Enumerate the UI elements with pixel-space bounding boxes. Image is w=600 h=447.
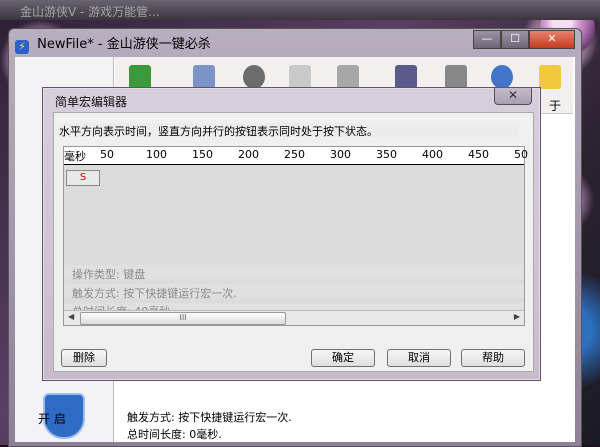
edit-icon[interactable] <box>445 65 467 89</box>
cancel-button[interactable]: 取消 <box>387 349 451 367</box>
main-window-title: NewFile* - 金山游侠一键必杀 <box>37 37 211 52</box>
ruler-tick: 300 <box>330 148 351 161</box>
delete-button[interactable]: 删除 <box>61 349 107 367</box>
ruler-tick: 50 <box>100 148 114 161</box>
main-window-titlebar: ⚡ NewFile* - 金山游侠一键必杀 <box>15 33 211 54</box>
close-button[interactable]: ✕ <box>529 30 575 49</box>
ruler-tick: 200 <box>238 148 259 161</box>
start-button-label[interactable]: 开 启 <box>38 410 66 427</box>
ruler-tick: 100 <box>146 148 167 161</box>
scroll-thumb[interactable]: III <box>80 312 286 325</box>
ruler-tick: 350 <box>376 148 397 161</box>
lightning-icon[interactable] <box>539 65 561 89</box>
macro-key-block[interactable]: S <box>66 170 100 186</box>
trash-icon[interactable] <box>193 65 215 89</box>
ruler-tick: 250 <box>284 148 305 161</box>
ruler-tick: 400 <box>422 148 443 161</box>
copy-icon[interactable] <box>289 65 311 89</box>
window-controls: — ☐ ✕ <box>473 30 575 49</box>
horizontal-scrollbar[interactable]: ◀ III ▶ <box>64 310 524 325</box>
time-ruler: 毫秒 50 100 150 200 250 300 350 400 450 50 <box>64 147 528 165</box>
paste-icon[interactable] <box>337 65 359 89</box>
dialog-title: 简单宏编辑器 <box>55 95 128 109</box>
status-trigger: 触发方式: 按下快捷键运行宏一次. <box>127 411 292 424</box>
ruler-unit: 毫秒 <box>64 150 86 163</box>
help-icon[interactable] <box>491 65 513 89</box>
dialog-hint: 水平方向表示时间，竖直方向并行的按钮表示同时处于按下状态。 <box>59 123 519 138</box>
dialog-close-button[interactable]: ✕ <box>494 88 532 105</box>
background-window-title: 金山游侠V - 游戏万能管... <box>20 5 160 19</box>
trigger-mode: 触发方式: 按下快捷键运行宏一次. <box>72 287 237 300</box>
status-duration: 总时间长度: 0毫秒. <box>127 428 222 441</box>
gear-icon[interactable] <box>243 65 265 89</box>
ruler-tick: 50 <box>514 148 528 161</box>
status-info: 触发方式: 按下快捷键运行宏一次. 总时间长度: 0毫秒. <box>127 409 567 443</box>
toolbar-partial-label: 于 <box>549 99 562 113</box>
ruler-tick: 150 <box>192 148 213 161</box>
minimize-button[interactable]: — <box>473 30 501 49</box>
simple-macro-editor-dialog: 简单宏编辑器 ✕ 水平方向表示时间，竖直方向并行的按钮表示同时处于按下状态。 毫… <box>42 87 541 381</box>
timeline-panel: 毫秒 50 100 150 200 250 300 350 400 450 50… <box>63 146 528 326</box>
maximize-button[interactable]: ☐ <box>501 30 529 49</box>
app-lightning-icon: ⚡ <box>15 40 29 54</box>
help-button[interactable]: 帮助 <box>461 349 525 367</box>
record-icon[interactable] <box>395 65 417 89</box>
background-window-titlebar: 金山游侠V - 游戏万能管... <box>0 0 600 20</box>
scroll-right-icon[interactable]: ▶ <box>514 312 520 321</box>
ok-button[interactable]: 确定 <box>311 349 375 367</box>
operation-type: 操作类型: 键盘 <box>72 268 146 281</box>
scroll-left-icon[interactable]: ◀ <box>68 312 74 321</box>
ruler-tick: 450 <box>468 148 489 161</box>
new-file-icon[interactable] <box>129 65 151 89</box>
